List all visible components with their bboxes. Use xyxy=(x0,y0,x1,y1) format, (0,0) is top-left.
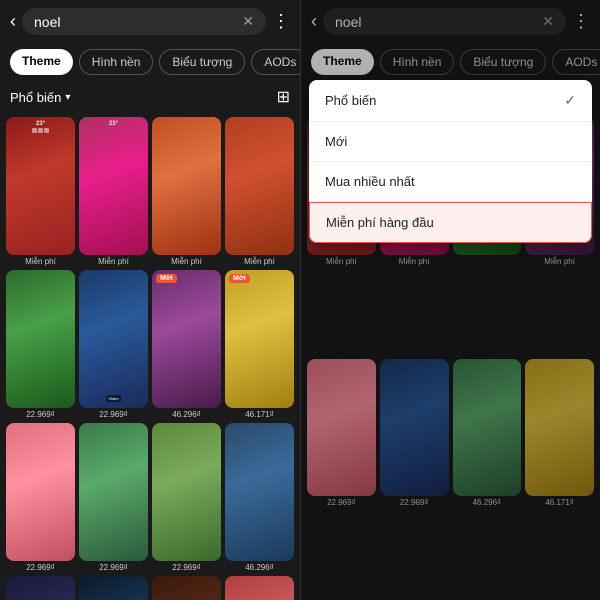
list-item: 22.969₫ xyxy=(152,423,221,572)
left-tab-theme[interactable]: Theme xyxy=(10,49,73,75)
new-badge: Mới xyxy=(229,274,250,283)
new-badge: Mới xyxy=(156,274,177,283)
phone-time: 23° xyxy=(109,121,118,127)
list-item: 22.969₫ xyxy=(6,423,75,572)
theme-label: Miễn phí xyxy=(171,257,202,266)
list-item: Mới 46.296₫ xyxy=(152,270,221,419)
list-item: 23° Miễn phí xyxy=(6,117,75,266)
list-item: 23° Miễn phí xyxy=(79,117,148,266)
theme-label: 22.969₫ xyxy=(26,410,55,419)
left-sort-label[interactable]: Phổ biến ▾ xyxy=(10,90,70,105)
theme-label: 46.171₫ xyxy=(245,410,274,419)
theme-thumb[interactable]: Mới xyxy=(225,270,294,408)
left-tabs: Theme Hình nền Biểu tượng AODs xyxy=(0,43,300,81)
left-sort-arrow: ▾ xyxy=(65,92,70,103)
list-item xyxy=(6,576,75,600)
theme-thumb[interactable] xyxy=(79,576,148,600)
theme-label: Miễn phí xyxy=(244,257,275,266)
dropdown-item-mienphihangdau[interactable]: Miễn phí hàng đầu xyxy=(309,202,592,243)
theme-thumb[interactable] xyxy=(152,576,221,600)
dropdown-item-label: Phổ biến xyxy=(325,93,376,108)
theme-label: Miễn phí xyxy=(98,257,129,266)
theme-thumb[interactable] xyxy=(225,423,294,561)
left-clear-icon[interactable]: ✕ xyxy=(242,13,254,30)
dropdown-item-moi[interactable]: Mới xyxy=(309,122,592,162)
list-item: Miễn phí xyxy=(225,117,294,266)
theme-thumb[interactable]: Video xyxy=(79,270,148,408)
list-item: 22.969₫ xyxy=(79,423,148,572)
list-item xyxy=(152,576,221,600)
dropdown-item-phobien[interactable]: Phổ biến ✓ xyxy=(309,80,592,122)
check-icon: ✓ xyxy=(564,92,576,109)
left-more-icon[interactable]: ⋮ xyxy=(272,11,290,32)
list-item: 22.969₫ xyxy=(6,270,75,419)
theme-thumb[interactable]: 23° xyxy=(6,117,75,255)
left-panel: ‹ noel ✕ ⋮ Theme Hình nền Biểu tượng AOD… xyxy=(0,0,300,600)
left-sort-text: Phổ biến xyxy=(10,90,61,105)
theme-label: 46.296₫ xyxy=(245,563,274,572)
left-theme-grid: 23° Miễn phí 23° Miễn phí Miễn phí xyxy=(0,113,300,600)
dropdown-item-muanhieunhat[interactable]: Mua nhiều nhất xyxy=(309,162,592,202)
theme-thumb[interactable] xyxy=(79,423,148,561)
left-tab-bieututong[interactable]: Biểu tượng xyxy=(159,49,245,75)
left-back-icon[interactable]: ‹ xyxy=(10,11,16,32)
theme-thumb[interactable] xyxy=(225,576,294,600)
theme-thumb[interactable]: Mới xyxy=(152,270,221,408)
left-search-input-wrap[interactable]: noel ✕ xyxy=(22,8,266,35)
theme-thumb[interactable]: 23° xyxy=(79,117,148,255)
theme-thumb[interactable] xyxy=(152,117,221,255)
theme-label: 22.969₫ xyxy=(99,410,128,419)
list-item: 46.296₫ xyxy=(225,423,294,572)
right-panel: ‹ noel ✕ ⋮ Theme Hình nền Biểu tượng AOD… xyxy=(300,0,600,600)
theme-thumb[interactable] xyxy=(6,576,75,600)
sort-dropdown: Phổ biến ✓ Mới Mua nhiều nhất Miễn phí h… xyxy=(309,80,592,243)
list-item: Video 22.969₫ xyxy=(79,270,148,419)
theme-label: 46.296₫ xyxy=(172,410,201,419)
theme-thumb[interactable] xyxy=(225,117,294,255)
left-tab-hinhanh[interactable]: Hình nền xyxy=(79,49,154,75)
theme-thumb[interactable] xyxy=(152,423,221,561)
theme-label: 22.969₫ xyxy=(99,563,128,572)
list-item xyxy=(225,576,294,600)
dropdown-item-label: Mới xyxy=(325,134,347,149)
theme-thumb[interactable] xyxy=(6,423,75,561)
theme-label: Miễn phí xyxy=(25,257,56,266)
theme-thumb[interactable] xyxy=(6,270,75,408)
list-item: Mới 46.171₫ xyxy=(225,270,294,419)
left-search-bar: ‹ noel ✕ ⋮ xyxy=(0,0,300,43)
left-sort-bar: Phổ biến ▾ ⊞ xyxy=(0,81,300,113)
theme-label: 22.969₫ xyxy=(26,563,55,572)
left-tab-aods[interactable]: AODs xyxy=(251,49,300,75)
theme-label: 22.969₫ xyxy=(172,563,201,572)
list-item: Miễn phí xyxy=(152,117,221,266)
list-item xyxy=(79,576,148,600)
phone-time: 23° xyxy=(36,121,45,127)
dropdown-item-label: Miễn phí hàng đầu xyxy=(326,215,434,230)
left-grid-icon[interactable]: ⊞ xyxy=(277,87,290,107)
dropdown-item-label: Mua nhiều nhất xyxy=(325,174,415,189)
left-search-text: noel xyxy=(34,14,236,30)
video-badge: Video xyxy=(106,395,120,402)
